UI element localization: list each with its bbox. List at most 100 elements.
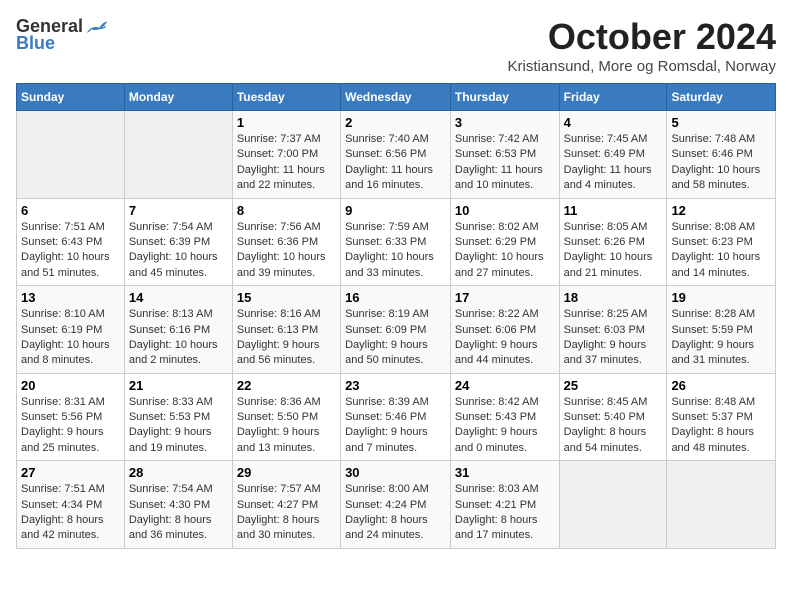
day-info: Sunrise: 8:13 AM Sunset: 6:16 PM Dayligh…: [129, 307, 228, 369]
day-number: 7: [129, 203, 228, 218]
calendar-cell: 26 Sunrise: 8:48 AM Sunset: 5:37 PM Dayli…: [667, 373, 776, 461]
day-info: Sunrise: 7:37 AM Sunset: 7:00 PM Dayligh…: [237, 132, 336, 194]
day-info: Sunrise: 8:28 AM Sunset: 5:59 PM Dayligh…: [671, 307, 771, 369]
weekday-header-saturday: Saturday: [667, 84, 776, 111]
day-info: Sunrise: 8:25 AM Sunset: 6:03 PM Dayligh…: [564, 307, 663, 369]
day-info: Sunrise: 8:42 AM Sunset: 5:43 PM Dayligh…: [455, 395, 555, 457]
day-number: 18: [564, 290, 663, 305]
calendar-cell: 7 Sunrise: 7:54 AM Sunset: 6:39 PM Daylig…: [124, 198, 232, 286]
calendar-cell: 10Sunrise: 8:02 AM Sunset: 6:29 PM Dayli…: [450, 198, 559, 286]
calendar-cell: 14 Sunrise: 8:13 AM Sunset: 6:16 PM Dayli…: [124, 286, 232, 374]
day-info: Sunrise: 8:05 AM Sunset: 6:26 PM Dayligh…: [564, 220, 663, 282]
day-number: 28: [129, 465, 228, 480]
calendar-cell: 18 Sunrise: 8:25 AM Sunset: 6:03 PM Dayli…: [559, 286, 667, 374]
month-title: October 2024: [508, 16, 776, 58]
day-info: Sunrise: 7:56 AM Sunset: 6:36 PM Dayligh…: [237, 220, 336, 282]
calendar-cell: 30 Sunrise: 8:00 AM Sunset: 4:24 PM Dayli…: [341, 461, 451, 549]
day-number: 11: [564, 203, 663, 218]
day-number: 2: [345, 115, 446, 130]
week-row-4: 20 Sunrise: 8:31 AM Sunset: 5:56 PM Dayli…: [17, 373, 776, 461]
day-number: 26: [671, 378, 771, 393]
weekday-header-row: SundayMondayTuesdayWednesdayThursdayFrid…: [17, 84, 776, 111]
calendar-cell: 19 Sunrise: 8:28 AM Sunset: 5:59 PM Dayli…: [667, 286, 776, 374]
day-number: 27: [21, 465, 120, 480]
day-info: Sunrise: 7:45 AM Sunset: 6:49 PM Dayligh…: [564, 132, 663, 194]
day-number: 5: [671, 115, 771, 130]
logo: General Blue: [16, 16, 109, 54]
calendar-table: SundayMondayTuesdayWednesdayThursdayFrid…: [16, 83, 776, 549]
day-info: Sunrise: 8:39 AM Sunset: 5:46 PM Dayligh…: [345, 395, 446, 457]
day-number: 13: [21, 290, 120, 305]
calendar-cell: 25 Sunrise: 8:45 AM Sunset: 5:40 PM Dayli…: [559, 373, 667, 461]
day-info: Sunrise: 7:48 AM Sunset: 6:46 PM Dayligh…: [671, 132, 771, 194]
weekday-header-monday: Monday: [124, 84, 232, 111]
week-row-5: 27Sunrise: 7:51 AM Sunset: 4:34 PM Dayli…: [17, 461, 776, 549]
day-info: Sunrise: 8:02 AM Sunset: 6:29 PM Dayligh…: [455, 220, 555, 282]
calendar-cell: 21 Sunrise: 8:33 AM Sunset: 5:53 PM Dayli…: [124, 373, 232, 461]
day-info: Sunrise: 7:54 AM Sunset: 4:30 PM Dayligh…: [129, 482, 228, 544]
calendar-cell: 3Sunrise: 7:42 AM Sunset: 6:53 PM Daylig…: [450, 111, 559, 199]
calendar-cell: [17, 111, 125, 199]
day-info: Sunrise: 8:16 AM Sunset: 6:13 PM Dayligh…: [237, 307, 336, 369]
day-info: Sunrise: 8:08 AM Sunset: 6:23 PM Dayligh…: [671, 220, 771, 282]
day-number: 30: [345, 465, 446, 480]
day-number: 24: [455, 378, 555, 393]
day-number: 31: [455, 465, 555, 480]
day-number: 29: [237, 465, 336, 480]
day-number: 17: [455, 290, 555, 305]
day-number: 14: [129, 290, 228, 305]
day-number: 15: [237, 290, 336, 305]
header: General Blue October 2024 Kristiansund, …: [16, 16, 776, 75]
day-number: 23: [345, 378, 446, 393]
calendar-cell: 31 Sunrise: 8:03 AM Sunset: 4:21 PM Dayli…: [450, 461, 559, 549]
weekday-header-thursday: Thursday: [450, 84, 559, 111]
calendar-cell: 2 Sunrise: 7:40 AM Sunset: 6:56 PM Daylig…: [341, 111, 451, 199]
day-info: Sunrise: 7:59 AM Sunset: 6:33 PM Dayligh…: [345, 220, 446, 282]
calendar-cell: 22Sunrise: 8:36 AM Sunset: 5:50 PM Dayli…: [232, 373, 340, 461]
day-info: Sunrise: 8:45 AM Sunset: 5:40 PM Dayligh…: [564, 395, 663, 457]
week-row-2: 6 Sunrise: 7:51 AM Sunset: 6:43 PM Daylig…: [17, 198, 776, 286]
day-number: 1: [237, 115, 336, 130]
day-number: 3: [455, 115, 555, 130]
day-info: Sunrise: 8:10 AM Sunset: 6:19 PM Dayligh…: [21, 307, 120, 369]
day-number: 16: [345, 290, 446, 305]
calendar-cell: 8 Sunrise: 7:56 AM Sunset: 6:36 PM Daylig…: [232, 198, 340, 286]
calendar-cell: 1 Sunrise: 7:37 AM Sunset: 7:00 PM Daylig…: [232, 111, 340, 199]
calendar-cell: 23 Sunrise: 8:39 AM Sunset: 5:46 PM Dayli…: [341, 373, 451, 461]
calendar-cell: 15 Sunrise: 8:16 AM Sunset: 6:13 PM Dayli…: [232, 286, 340, 374]
calendar-cell: [124, 111, 232, 199]
calendar-cell: 4 Sunrise: 7:45 AM Sunset: 6:49 PM Daylig…: [559, 111, 667, 199]
calendar-cell: 20 Sunrise: 8:31 AM Sunset: 5:56 PM Dayli…: [17, 373, 125, 461]
title-area: October 2024 Kristiansund, More og Romsd…: [508, 16, 776, 75]
weekday-header-friday: Friday: [559, 84, 667, 111]
day-number: 21: [129, 378, 228, 393]
calendar-cell: [559, 461, 667, 549]
day-info: Sunrise: 8:33 AM Sunset: 5:53 PM Dayligh…: [129, 395, 228, 457]
day-number: 19: [671, 290, 771, 305]
calendar-cell: 29 Sunrise: 7:57 AM Sunset: 4:27 PM Dayli…: [232, 461, 340, 549]
location-subtitle: Kristiansund, More og Romsdal, Norway: [508, 58, 776, 75]
day-number: 6: [21, 203, 120, 218]
day-number: 9: [345, 203, 446, 218]
week-row-3: 13 Sunrise: 8:10 AM Sunset: 6:19 PM Dayli…: [17, 286, 776, 374]
day-info: Sunrise: 8:19 AM Sunset: 6:09 PM Dayligh…: [345, 307, 446, 369]
calendar-cell: 9 Sunrise: 7:59 AM Sunset: 6:33 PM Daylig…: [341, 198, 451, 286]
day-number: 25: [564, 378, 663, 393]
day-info: Sunrise: 8:00 AM Sunset: 4:24 PM Dayligh…: [345, 482, 446, 544]
day-info: Sunrise: 7:54 AM Sunset: 6:39 PM Dayligh…: [129, 220, 228, 282]
day-number: 22: [237, 378, 336, 393]
day-info: Sunrise: 7:57 AM Sunset: 4:27 PM Dayligh…: [237, 482, 336, 544]
logo-bird-icon: [85, 18, 109, 36]
day-number: 4: [564, 115, 663, 130]
day-info: Sunrise: 8:03 AM Sunset: 4:21 PM Dayligh…: [455, 482, 555, 544]
day-number: 8: [237, 203, 336, 218]
day-info: Sunrise: 7:40 AM Sunset: 6:56 PM Dayligh…: [345, 132, 446, 194]
weekday-header-tuesday: Tuesday: [232, 84, 340, 111]
weekday-header-wednesday: Wednesday: [341, 84, 451, 111]
day-info: Sunrise: 7:51 AM Sunset: 6:43 PM Dayligh…: [21, 220, 120, 282]
day-number: 20: [21, 378, 120, 393]
calendar-cell: 24 Sunrise: 8:42 AM Sunset: 5:43 PM Dayli…: [450, 373, 559, 461]
calendar-cell: 16 Sunrise: 8:19 AM Sunset: 6:09 PM Dayli…: [341, 286, 451, 374]
day-info: Sunrise: 8:31 AM Sunset: 5:56 PM Dayligh…: [21, 395, 120, 457]
day-info: Sunrise: 8:48 AM Sunset: 5:37 PM Dayligh…: [671, 395, 771, 457]
